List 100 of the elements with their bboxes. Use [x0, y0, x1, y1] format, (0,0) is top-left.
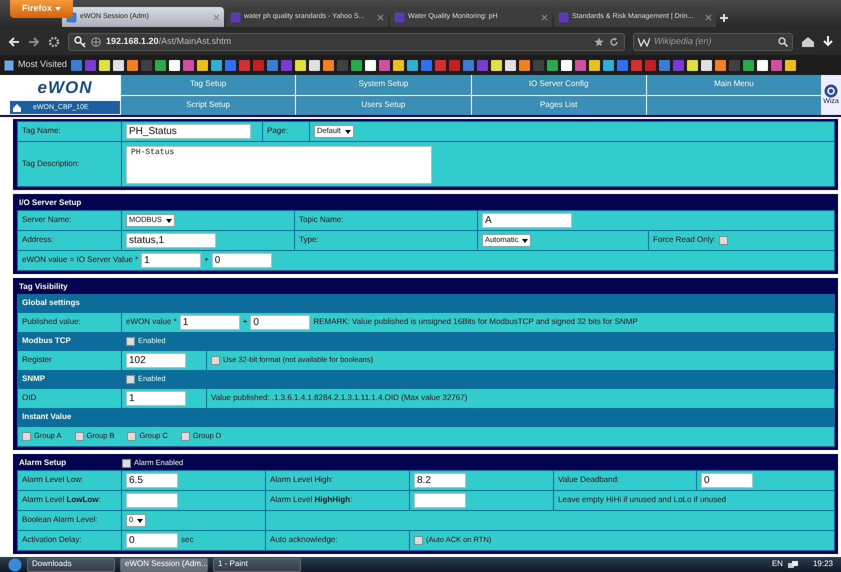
caret-icon [522, 238, 528, 242]
input-field[interactable]: PH_Status [126, 124, 251, 139]
checkbox[interactable] [22, 432, 31, 441]
field-label: Published value: [22, 318, 81, 327]
input-field[interactable]: 1 [180, 315, 240, 330]
taskbar-button[interactable]: Downloads [27, 558, 115, 572]
network-icon[interactable] [788, 560, 798, 568]
caret-icon [55, 7, 62, 11]
menu-button[interactable]: Main Menu [646, 75, 821, 94]
close-icon[interactable] [213, 14, 220, 20]
field-label: Alarm Level Low: [22, 476, 84, 485]
ewon-logo: eWON [36, 77, 94, 99]
start-orb-icon[interactable] [8, 558, 22, 572]
url-text: 192.168.1.20/Ast/MainAst.shtm [106, 37, 232, 47]
subheader-label: SNMP [22, 375, 46, 384]
field-label: eWON value = IO Server Value * [22, 256, 138, 265]
star-icon[interactable] [594, 37, 604, 47]
menu-button[interactable]: Script Setup [121, 96, 296, 115]
checkbox[interactable] [126, 375, 135, 384]
field-label: eWON value * [126, 318, 177, 327]
input-field[interactable]: 1 [126, 391, 186, 406]
caret-icon [137, 518, 144, 522]
bookmarks-label[interactable]: Most Visited [18, 60, 67, 70]
close-icon[interactable] [377, 14, 384, 20]
input-field[interactable]: 0 [250, 315, 310, 330]
field-label: Alarm Level HighHigh: [270, 496, 352, 505]
field-label: sec [181, 536, 194, 545]
menu-button[interactable]: IO Server Config [472, 75, 646, 94]
close-icon[interactable] [541, 14, 548, 20]
field-label: Register [22, 356, 52, 365]
search-field[interactable]: Wikipedia (en) [633, 33, 793, 51]
menu-button[interactable]: Users Setup [296, 96, 470, 115]
field-label: Value published: .1.3.6.1.4.1.8284.2.1.3.1.11.1.4.OID (Max value 32767) [211, 394, 468, 403]
input-field[interactable]: status,1 [126, 233, 216, 248]
field-label: Address: [22, 236, 54, 245]
input-field[interactable]: A [482, 213, 572, 228]
field-label: Server Name: [22, 216, 72, 225]
caret-icon [344, 130, 351, 134]
field-label: Alarm Level LowLow: [22, 496, 101, 505]
bookmark-icons-drawing[interactable] [70, 58, 796, 72]
text-area[interactable]: PH-Status [126, 146, 432, 184]
field-label: Leave empty HiHi if unused and LoLo if unused [558, 496, 726, 505]
close-icon[interactable] [705, 14, 712, 20]
input-field[interactable]: 102 [126, 353, 186, 368]
download-icon[interactable] [823, 36, 833, 48]
menu-button[interactable]: Pages List [472, 96, 646, 115]
field-label: Auto acknowledge: [270, 536, 338, 545]
input-field[interactable] [414, 493, 466, 508]
search-icon[interactable] [778, 37, 788, 47]
field-label: + [242, 318, 248, 327]
menu-button[interactable]: System Setup [296, 75, 470, 94]
field-label: Alarm Level High: [270, 476, 334, 485]
field-label: Tag Name: [22, 127, 61, 136]
field-label: Type: [299, 236, 319, 245]
checkbox[interactable] [211, 356, 220, 365]
new-tab-icon[interactable] [719, 13, 729, 23]
forward-icon[interactable] [28, 36, 40, 48]
input-field[interactable]: 0 [212, 253, 272, 268]
checkbox[interactable] [414, 536, 423, 545]
gear-icon[interactable] [48, 36, 60, 48]
reload-icon[interactable] [609, 37, 619, 47]
input-field[interactable] [126, 493, 178, 508]
input-field[interactable]: 0 [701, 473, 753, 488]
field-label: + [204, 256, 209, 265]
section-title: Tag Visibility [19, 282, 69, 292]
field-label: Tag Description: [22, 160, 80, 168]
key-icon [74, 36, 86, 48]
field-label: Page: [267, 127, 288, 136]
section-title: Alarm Setup [19, 458, 68, 468]
taskbar-button[interactable]: 1 - Paint [213, 558, 301, 572]
menu-button[interactable]: Tag Setup [121, 75, 296, 94]
back-icon[interactable] [8, 36, 20, 48]
field-label: Force Read Only: [653, 236, 716, 245]
globe-icon [91, 37, 101, 47]
input-field[interactable]: 0 [126, 533, 178, 548]
checkbox[interactable] [74, 432, 84, 441]
address-bar[interactable]: 192.168.1.20/Ast/MainAst.shtm [68, 33, 625, 51]
home-icon[interactable] [801, 36, 815, 48]
page-icon [230, 12, 241, 22]
field-label: REMARK: Value published is unsigned 16Bits for ModbusTCP and signed 32 bits for SNMP [313, 318, 638, 327]
clock-label: 19:23 [812, 560, 833, 569]
checkbox[interactable] [718, 236, 728, 245]
checkbox[interactable] [180, 432, 190, 441]
subheader-label: Global settings [22, 299, 80, 308]
wikipedia-w-icon [638, 37, 650, 47]
input-field[interactable]: 1 [141, 253, 202, 268]
input-field[interactable]: 8.2 [414, 473, 466, 488]
language-indicator[interactable]: EN [772, 560, 783, 569]
bookmark-icon [4, 60, 14, 70]
checkbox[interactable] [126, 337, 135, 346]
checkbox[interactable] [127, 432, 136, 441]
help-icon[interactable] [824, 84, 838, 98]
input-field[interactable]: 6.5 [126, 473, 178, 488]
field-label: Value Deadband: [558, 476, 620, 485]
subheader-label: Modbus TCP [22, 337, 71, 346]
section-title: I/O Server Setup [19, 198, 82, 208]
taskbar-button[interactable]: eWON Session (Adm... [120, 558, 208, 572]
checkbox[interactable] [122, 458, 131, 468]
field-label: Topic Name: [299, 216, 344, 225]
home-icon[interactable] [13, 104, 21, 112]
